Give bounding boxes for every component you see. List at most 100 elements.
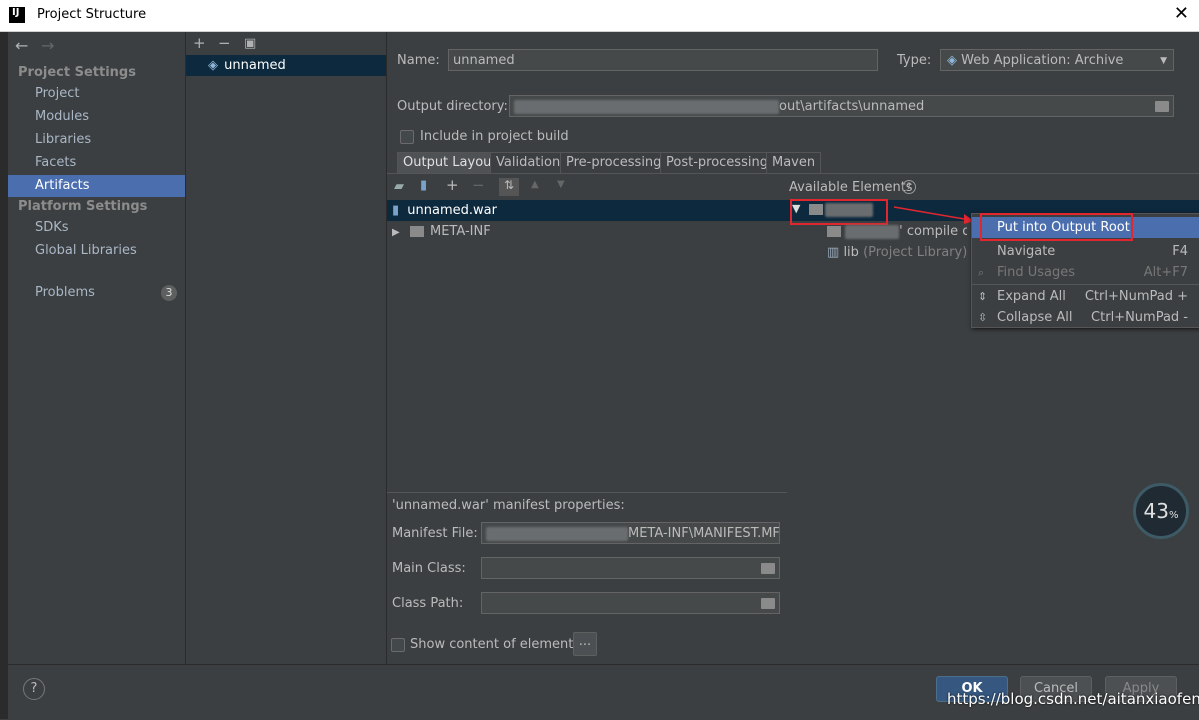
layout-toolbar: ▰ ▮ + − ⇅ ▲ ▼ Available Elements ? <box>387 176 1199 200</box>
type-select-value: Web Application: Archive <box>961 53 1124 68</box>
tab-maven[interactable]: Maven <box>766 152 822 173</box>
manifest-file-input[interactable]: META-INF\MANIFEST.MF <box>481 522 780 544</box>
sort-icon[interactable]: ⇅ <box>499 178 519 196</box>
meta-inf-label: META-INF <box>429 224 491 239</box>
copy-icon[interactable]: ▣ <box>244 36 256 51</box>
nav-item-problems[interactable]: Problems 3 <box>8 282 185 304</box>
menu-item-collapse-all[interactable]: ⇳ Collapse All Ctrl+NumPad - <box>972 307 1199 328</box>
new-folder-icon[interactable]: ▰ <box>394 179 404 194</box>
problems-count-badge: 3 <box>161 285 177 301</box>
artifact-item-label: unnamed <box>224 58 286 73</box>
class-path-input[interactable] <box>481 592 780 614</box>
title-bar: IJ Project Structure ✕ <box>0 0 1199 32</box>
manifest-file-value: META-INF\MANIFEST.MF <box>628 526 780 541</box>
layout-meta-inf-row[interactable]: ▶ META-INF <box>387 221 787 242</box>
help-button[interactable]: ? <box>23 678 45 700</box>
close-icon[interactable]: ✕ <box>1174 3 1189 24</box>
forward-arrow-icon[interactable]: → <box>41 36 54 55</box>
help-circle-icon[interactable]: ? <box>902 180 916 194</box>
chevron-down-icon: ▼ <box>1160 56 1167 66</box>
redacted-path <box>514 99 779 114</box>
expand-all-icon: ⇕ <box>978 290 988 303</box>
folder-icon[interactable] <box>1155 101 1169 112</box>
tab-validation[interactable]: Validation <box>490 152 567 173</box>
highlight-box-menu-item <box>980 213 1133 241</box>
artifact-config-panel: Name: unnamed Type: ◈ Web Application: A… <box>387 32 1199 664</box>
name-label: Name: <box>397 53 440 68</box>
menu-item-find-usages[interactable]: ⌕ Find Usages Alt+F7 <box>972 262 1199 283</box>
include-build-label: Include in project build <box>420 129 569 144</box>
nav-item-project[interactable]: Project <box>8 83 185 105</box>
remove-icon[interactable]: − <box>218 34 231 52</box>
archive-icon: ▮ <box>392 203 400 218</box>
menu-item-shortcut: F4 <box>1172 244 1188 259</box>
name-input[interactable]: unnamed <box>448 49 878 71</box>
tab-divider <box>387 173 1199 174</box>
nav-item-libraries[interactable]: Libraries <box>8 129 185 151</box>
collapse-all-icon: ⇳ <box>978 311 988 324</box>
gauge-unit: % <box>1168 510 1179 521</box>
manifest-divider <box>387 492 787 493</box>
artifact-list-panel: + − ▣ ◈ unnamed <box>186 32 387 664</box>
menu-item-shortcut: Alt+F7 <box>1143 265 1188 280</box>
output-dir-input[interactable]: out\artifacts\unnamed <box>509 95 1174 117</box>
menu-item-label: Expand All <box>997 289 1066 304</box>
web-artifact-icon: ◈ <box>208 58 218 73</box>
window-title: Project Structure <box>37 7 147 22</box>
gauge-value: 43 <box>1143 499 1169 523</box>
search-icon: ⌕ <box>978 266 985 279</box>
back-arrow-icon[interactable]: ← <box>15 36 28 55</box>
folder-icon[interactable] <box>761 563 775 574</box>
class-path-label: Class Path: <box>392 596 464 611</box>
annotation-arrow <box>893 206 974 224</box>
menu-item-expand-all[interactable]: ⇕ Expand All Ctrl+NumPad + <box>972 286 1199 307</box>
problems-label: Problems <box>35 285 95 300</box>
library-icon: ▥ <box>827 245 840 260</box>
menu-separator <box>972 284 1199 285</box>
nav-item-modules[interactable]: Modules <box>8 106 185 128</box>
move-down-icon[interactable]: ▼ <box>557 179 565 190</box>
nav-item-artifacts[interactable]: Artifacts <box>8 175 185 197</box>
include-build-checkbox[interactable] <box>400 130 414 144</box>
remove-element-icon[interactable]: − <box>472 176 485 194</box>
show-content-label: Show content of elements <box>410 637 581 652</box>
artifact-item-unnamed[interactable]: ◈ unnamed <box>186 55 386 76</box>
nav-item-sdks[interactable]: SDKs <box>8 217 185 239</box>
output-dir-label: Output directory: <box>397 99 508 114</box>
menu-item-label: Collapse All <box>997 310 1073 325</box>
settings-nav: ← → Project Settings Project Modules Lib… <box>8 32 186 664</box>
layout-root-row[interactable]: ▮ unnamed.war <box>387 200 787 221</box>
nav-item-global-libraries[interactable]: Global Libraries <box>8 240 185 262</box>
menu-item-label: Find Usages <box>997 265 1076 280</box>
folder-icon <box>409 226 424 237</box>
add-icon[interactable]: + <box>193 34 206 52</box>
menu-item-navigate[interactable]: Navigate F4 <box>972 241 1199 262</box>
output-dir-value: out\artifacts\unnamed <box>779 99 925 114</box>
manifest-title: 'unnamed.war' manifest properties: <box>392 498 625 513</box>
nav-item-facets[interactable]: Facets <box>8 152 185 174</box>
section-project-settings: Project Settings <box>18 65 136 80</box>
intellij-logo-icon: IJ <box>9 7 25 23</box>
archive-icon[interactable]: ▮ <box>420 178 427 193</box>
performance-gauge: 43% <box>1133 483 1189 539</box>
tab-output-layout[interactable]: Output Layout <box>397 152 503 173</box>
add-copy-icon[interactable]: + <box>446 176 459 194</box>
lib-label: lib <box>843 245 859 260</box>
tab-post-processing[interactable]: Post-processing <box>660 152 774 173</box>
type-label: Type: <box>897 53 932 68</box>
move-up-icon[interactable]: ▲ <box>531 179 539 190</box>
tab-pre-processing[interactable]: Pre-processing <box>560 152 668 173</box>
show-content-checkbox[interactable] <box>391 638 405 652</box>
main-class-input[interactable] <box>481 557 780 579</box>
folder-icon <box>827 226 841 237</box>
lib-suffix: (Project Library) <box>863 245 968 260</box>
folder-icon[interactable] <box>761 598 775 609</box>
editor-gutter-strip <box>0 32 8 719</box>
type-select[interactable]: ◈ Web Application: Archive ▼ <box>940 49 1174 71</box>
menu-item-label: Navigate <box>997 244 1056 259</box>
layout-root-label: unnamed.war <box>407 203 497 218</box>
menu-item-shortcut: Ctrl+NumPad + <box>1084 289 1188 304</box>
show-content-options-button[interactable]: ... <box>573 632 597 656</box>
watermark-url: https://blog.csdn.net/aitanxiaofeng <box>947 690 1199 708</box>
menu-item-shortcut: Ctrl+NumPad - <box>1091 310 1188 325</box>
